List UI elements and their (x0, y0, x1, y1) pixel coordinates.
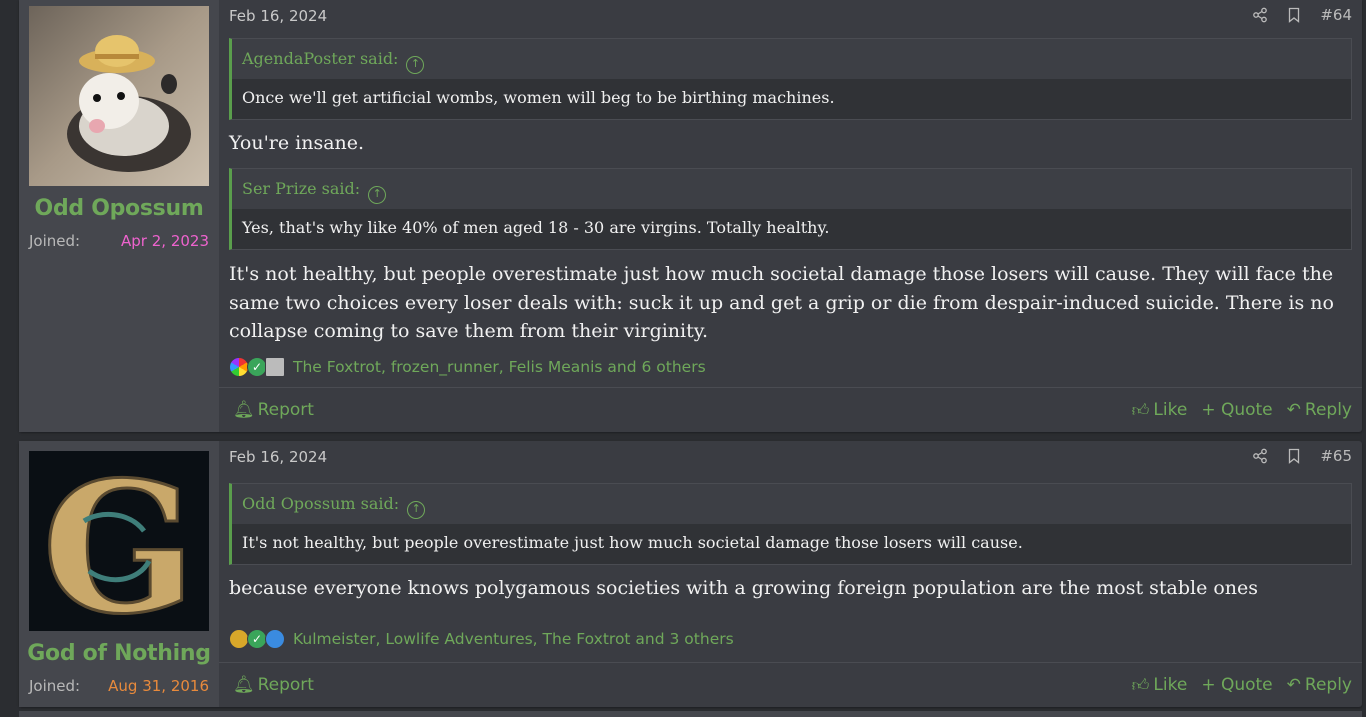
share-icon[interactable] (1252, 448, 1268, 464)
quote-label: + Quote (1201, 400, 1273, 420)
medal-icon (229, 629, 249, 649)
reaction-icons: ✓ (229, 357, 285, 377)
post-date[interactable]: Feb 16, 2024 (229, 7, 327, 25)
reply-icon: ↶ (1286, 675, 1301, 695)
like-label: Like (1153, 675, 1188, 695)
bell-icon: 🔔︎ (233, 675, 255, 695)
report-label: Report (257, 400, 314, 420)
post-date[interactable]: Feb 16, 2024 (229, 448, 327, 466)
avatar[interactable] (29, 6, 209, 186)
joined-date: Aug 31, 2016 (108, 677, 209, 695)
report-button[interactable]: 🔔︎ Report (233, 675, 314, 695)
post-tools: #64 (1252, 6, 1352, 24)
reaction-icons: ✓ (229, 629, 285, 649)
scroll-icon (265, 357, 285, 377)
post-actions: 👍︎ Like + Quote ↶ Reply (1132, 675, 1352, 696)
quote-author-label[interactable]: Ser Prize said: (242, 179, 360, 198)
arrow-up-icon[interactable]: ↑ (407, 501, 426, 519)
post-64: Odd Opossum Joined: Apr 2, 2023 Feb 16, … (19, 0, 1362, 432)
quote-author-label[interactable]: Odd Opossum said: (242, 494, 399, 513)
joined-row: Joined: Aug 31, 2016 (29, 677, 209, 695)
quote-author[interactable]: Ser Prize said: ↑ (232, 169, 1351, 209)
quote-block: AgendaPoster said: ↑ Once we'll get artif… (229, 38, 1352, 120)
post-footer: 🔔︎ Report 👍︎ Like + Quote ↶ Reply (219, 662, 1362, 707)
post-tools: #65 (1252, 447, 1352, 465)
rainbow-icon (229, 357, 249, 377)
post-text: It's not healthy, but people overestimat… (229, 263, 1334, 342)
username[interactable]: Odd Opossum (19, 196, 219, 221)
post-text: You're insane. (229, 132, 365, 154)
user-cell: G God of Nothing Joined: Aug 31, 2016 (19, 441, 219, 707)
thumbs-up-icon (265, 629, 285, 649)
thumbs-up-icon: 👍︎ (1131, 400, 1150, 421)
post-text: because everyone knows polygamous societ… (229, 577, 1259, 599)
quote-block: Ser Prize said: ↑ Yes, that's why like 40… (229, 168, 1352, 250)
post-number[interactable]: #65 (1320, 447, 1352, 465)
username[interactable]: God of Nothing (19, 641, 219, 666)
bookmark-icon[interactable] (1286, 448, 1302, 464)
bookmark-icon[interactable] (1286, 7, 1302, 23)
post-main: Feb 16, 2024 #64 AgendaPoster said: ↑ Onc… (219, 0, 1362, 432)
share-icon[interactable] (1252, 7, 1268, 23)
bell-icon: 🔔︎ (233, 400, 255, 420)
post-65: G God of Nothing Joined: Aug 31, 2016 Fe… (19, 441, 1362, 707)
quote-author[interactable]: Odd Opossum said: ↑ (232, 484, 1351, 524)
checkmark-icon: ✓ (247, 629, 267, 649)
reaction-users[interactable]: Kulmeister, Lowlife Adventures, The Foxt… (293, 630, 734, 648)
post-actions: 👍︎ Like + Quote ↶ Reply (1132, 400, 1352, 421)
report-label: Report (257, 675, 314, 695)
quote-text: Once we'll get artificial wombs, women w… (232, 79, 1351, 119)
quote-text: It's not healthy, but people overestimat… (232, 524, 1351, 564)
like-button[interactable]: 👍︎ Like (1132, 675, 1188, 696)
report-button[interactable]: 🔔︎ Report (233, 400, 314, 420)
quote-label: + Quote (1201, 675, 1273, 695)
quote-text: Yes, that's why like 40% of men aged 18 … (232, 209, 1351, 249)
quote-author-label[interactable]: AgendaPoster said: (242, 49, 398, 68)
reactions-bar[interactable]: ✓ The Foxtrot, frozen_runner, Felis Mean… (229, 357, 706, 377)
checkmark-icon: ✓ (247, 357, 267, 377)
post-main: Feb 16, 2024 #65 Odd Opossum said: ↑ It's… (219, 441, 1362, 707)
thumbs-up-icon: 👍︎ (1131, 675, 1150, 696)
reply-label: Reply (1304, 675, 1352, 695)
joined-date: Apr 2, 2023 (121, 232, 209, 250)
reply-icon: ↶ (1286, 400, 1301, 420)
post-footer: 🔔︎ Report 👍︎ Like + Quote ↶ Reply (219, 387, 1362, 432)
avatar[interactable]: G (29, 451, 209, 631)
reply-button[interactable]: ↶ Reply (1287, 400, 1352, 421)
joined-label: Joined: (29, 677, 81, 695)
like-label: Like (1153, 400, 1188, 420)
like-button[interactable]: 👍︎ Like (1132, 400, 1188, 421)
reply-label: Reply (1304, 400, 1352, 420)
reply-button[interactable]: ↶ Reply (1287, 675, 1352, 696)
arrow-up-icon[interactable]: ↑ (406, 56, 425, 74)
user-cell: Odd Opossum Joined: Apr 2, 2023 (19, 0, 219, 432)
joined-label: Joined: (29, 232, 81, 250)
quote-block: Odd Opossum said: ↑ It's not healthy, but… (229, 483, 1352, 565)
svg-text:G: G (42, 451, 196, 631)
quote-button[interactable]: + Quote (1201, 675, 1272, 696)
quote-author[interactable]: AgendaPoster said: ↑ (232, 39, 1351, 79)
next-post-edge (19, 711, 1362, 717)
reaction-users[interactable]: The Foxtrot, frozen_runner, Felis Meanis… (293, 358, 706, 376)
arrow-up-icon[interactable]: ↑ (368, 186, 387, 204)
joined-row: Joined: Apr 2, 2023 (29, 232, 209, 250)
reactions-bar[interactable]: ✓ Kulmeister, Lowlife Adventures, The Fo… (229, 629, 734, 649)
quote-button[interactable]: + Quote (1201, 400, 1272, 421)
post-number[interactable]: #64 (1320, 6, 1352, 24)
